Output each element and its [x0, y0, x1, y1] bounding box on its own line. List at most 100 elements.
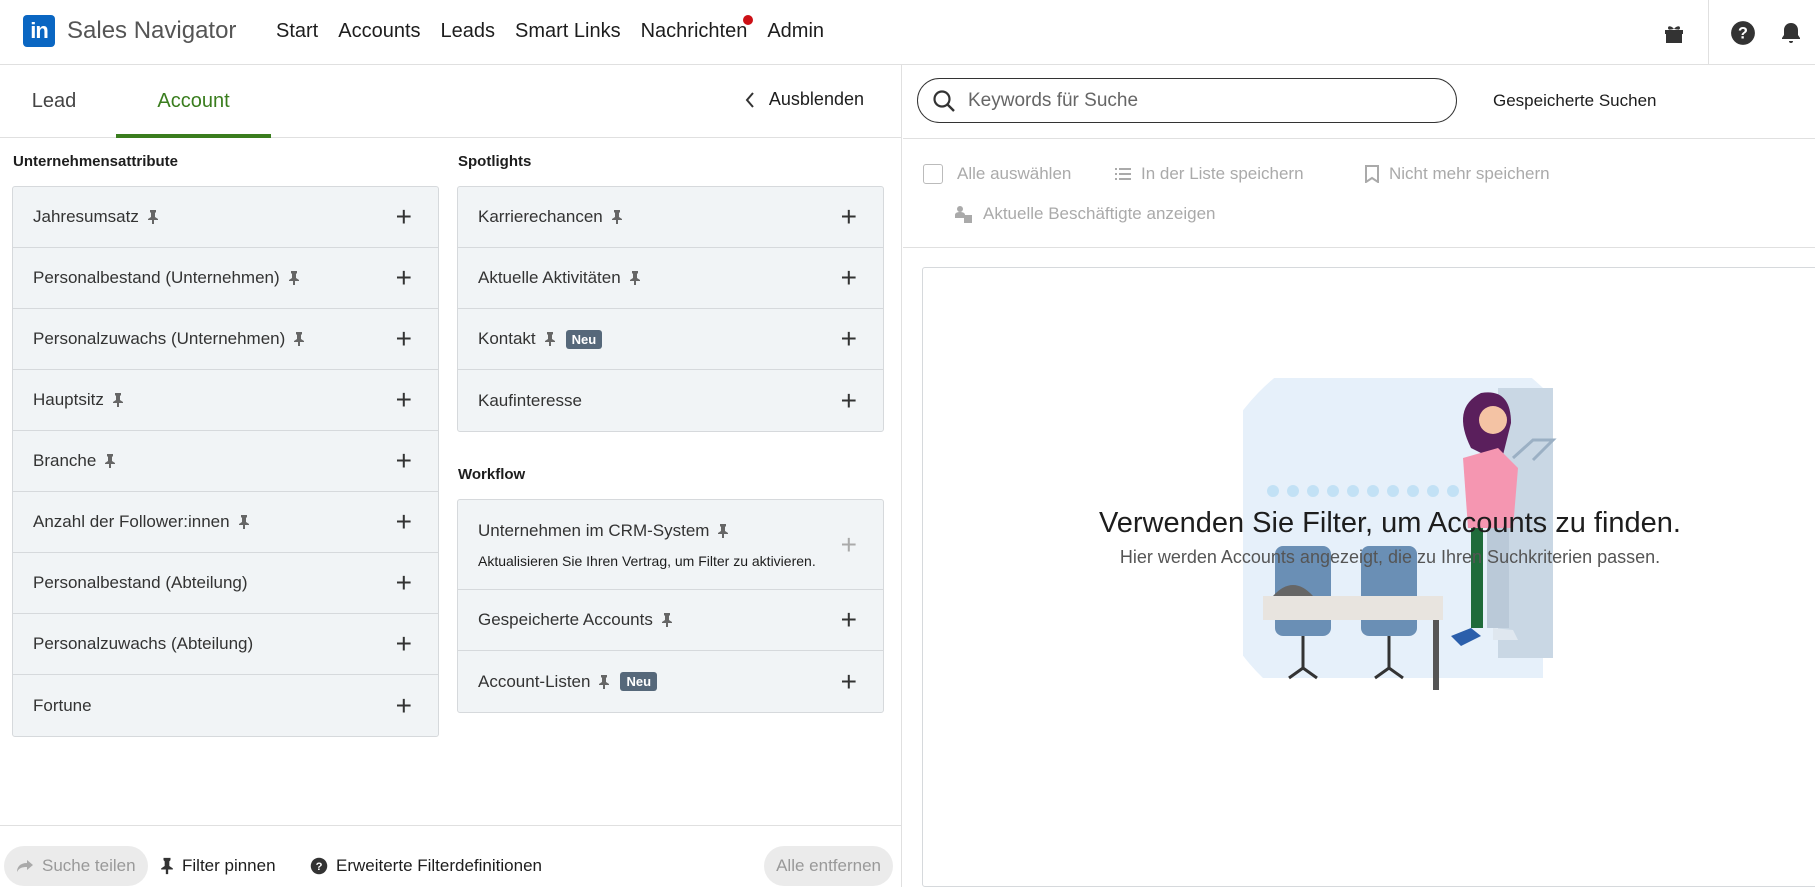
add-icon[interactable]: +	[841, 264, 857, 292]
unsave-label: Nicht mehr speichern	[1389, 164, 1550, 183]
nav-link-messages[interactable]: Nachrichten	[641, 15, 754, 43]
filter-row-contact[interactable]: Kontakt Neu +	[458, 309, 883, 370]
add-icon[interactable]: +	[396, 386, 412, 414]
select-all-checkbox[interactable]: Alle auswählen	[923, 164, 1071, 184]
filter-row-recent-activities[interactable]: Aktuelle Aktivitäten +	[458, 248, 883, 309]
new-badge: Neu	[565, 329, 603, 349]
search-input[interactable]	[968, 89, 1408, 112]
notification-dot	[743, 15, 754, 25]
nav-links: Start Accounts Leads Smart Links Nachric…	[276, 15, 844, 43]
pin-icon[interactable]	[238, 515, 250, 529]
hide-filters-button[interactable]: Ausblenden	[745, 89, 864, 110]
tab-account[interactable]: Account	[116, 65, 271, 138]
tab-lead[interactable]: Lead	[0, 65, 108, 138]
pin-icon[interactable]	[611, 210, 623, 224]
nav-link-smart-links[interactable]: Smart Links	[515, 20, 621, 43]
keyword-search[interactable]	[917, 78, 1457, 123]
add-icon: +	[840, 529, 857, 560]
filter-row-saved-accounts[interactable]: Gespeicherte Accounts +	[458, 590, 883, 651]
company-filter-group: Jahresumsatz + Personalbestand (Unternehm…	[12, 186, 439, 737]
show-employees-button[interactable]: Aktuelle Beschäftigte anzeigen	[955, 204, 1216, 224]
add-icon[interactable]: +	[841, 203, 857, 231]
select-all-label: Alle auswählen	[957, 164, 1072, 183]
filter-row-headquarters[interactable]: Hauptsitz +	[13, 370, 438, 431]
nav-divider	[1708, 0, 1709, 65]
pin-filters-button[interactable]: Filter pinnen	[160, 856, 276, 876]
filter-row-headcount-growth-company[interactable]: Personalzuwachs (Unternehmen) +	[13, 309, 438, 370]
filter-label: Karrierechancen	[478, 207, 603, 226]
add-icon[interactable]: +	[396, 264, 412, 292]
filter-row-annual-revenue[interactable]: Jahresumsatz +	[13, 187, 438, 248]
nav-link-admin[interactable]: Admin	[767, 20, 824, 43]
filter-label: Branche	[33, 451, 97, 470]
checkbox[interactable]	[923, 164, 943, 184]
svg-text:?: ?	[1738, 24, 1748, 42]
filter-label: Gespeicherte Accounts	[478, 610, 653, 629]
saved-searches-button[interactable]: Gespeicherte Suchen	[1493, 91, 1657, 111]
brand-name[interactable]: Sales Navigator	[67, 17, 236, 45]
pin-icon[interactable]	[598, 674, 610, 689]
pin-icon[interactable]	[717, 523, 729, 538]
filter-panel: Lead Account Ausblenden Unternehmensattr…	[0, 65, 902, 887]
bookmark-icon	[1365, 165, 1379, 183]
pin-icon[interactable]	[288, 271, 300, 285]
filter-row-crm[interactable]: Unternehmen im CRM-System Aktualisieren …	[458, 500, 883, 590]
pin-icon[interactable]	[104, 454, 116, 468]
pin-icon[interactable]	[147, 210, 159, 224]
add-icon[interactable]: +	[396, 691, 412, 720]
filter-row-crm-header: Unternehmen im CRM-System	[478, 521, 729, 541]
save-to-list-button[interactable]: In der Liste speichern	[1115, 164, 1304, 184]
linkedin-logo[interactable]: in	[23, 15, 55, 47]
filter-row-job-opportunities[interactable]: Karrierechancen +	[458, 187, 883, 248]
add-icon[interactable]: +	[396, 569, 412, 597]
workflow-filter-group: Unternehmen im CRM-System Aktualisieren …	[457, 499, 884, 713]
add-icon[interactable]: +	[396, 508, 412, 536]
gift-icon[interactable]	[1650, 9, 1698, 57]
add-icon[interactable]: +	[396, 630, 412, 658]
filter-label: Personalbestand (Unternehmen)	[33, 268, 280, 287]
filter-row-fortune[interactable]: Fortune +	[13, 675, 438, 736]
filter-row-buyer-intent[interactable]: Kaufinteresse +	[458, 370, 883, 431]
filter-definitions-button[interactable]: ? Erweiterte Filterdefinitionen	[310, 856, 542, 876]
add-icon[interactable]: +	[396, 203, 412, 231]
nav-link-leads[interactable]: Leads	[441, 20, 496, 43]
save-to-list-label: In der Liste speichern	[1141, 164, 1304, 183]
filter-row-followers[interactable]: Anzahl der Follower:innen +	[13, 492, 438, 553]
pin-icon[interactable]	[661, 613, 673, 627]
add-icon[interactable]: +	[841, 606, 857, 634]
unsave-button[interactable]: Nicht mehr speichern	[1365, 164, 1550, 184]
results-toolbar: Alle auswählen In der Liste speichern Ni…	[903, 138, 1815, 248]
new-badge: Neu	[620, 672, 658, 691]
pin-icon[interactable]	[112, 393, 124, 407]
add-icon[interactable]: +	[841, 325, 857, 353]
add-icon[interactable]: +	[841, 667, 857, 696]
filter-label: Personalzuwachs (Unternehmen)	[33, 329, 286, 348]
filter-label: Personalzuwachs (Abteilung)	[33, 634, 254, 653]
filter-row-headcount-growth-department[interactable]: Personalzuwachs (Abteilung) +	[13, 614, 438, 675]
share-search-button[interactable]: Suche teilen	[4, 846, 148, 886]
filter-row-industry[interactable]: Branche +	[13, 431, 438, 492]
people-icon	[955, 206, 972, 223]
filter-row-headcount-company[interactable]: Personalbestand (Unternehmen) +	[13, 248, 438, 309]
nav-link-accounts[interactable]: Accounts	[338, 20, 420, 43]
filter-bottom-bar: Suche teilen Filter pinnen ? Erweiterte …	[0, 825, 902, 887]
filter-row-headcount-department[interactable]: Personalbestand (Abteilung) +	[13, 553, 438, 614]
list-icon	[1115, 168, 1131, 180]
filter-label: Kontakt	[478, 329, 536, 348]
nav-link-start[interactable]: Start	[276, 20, 318, 43]
remove-all-button[interactable]: Alle entfernen	[764, 846, 893, 886]
pin-icon[interactable]	[544, 332, 556, 346]
top-navigation: in Sales Navigator Start Accounts Leads …	[0, 0, 1815, 65]
pin-icon[interactable]	[629, 271, 641, 285]
filter-label: Anzahl der Follower:innen	[33, 512, 230, 531]
empty-state-title: Verwenden Sie Filter, um Accounts zu fin…	[1099, 507, 1681, 539]
add-icon[interactable]: +	[396, 447, 412, 475]
add-icon[interactable]: +	[396, 325, 412, 353]
pin-icon[interactable]	[293, 332, 305, 346]
bell-icon[interactable]	[1767, 9, 1815, 57]
add-icon[interactable]: +	[841, 386, 857, 415]
filter-tabs: Lead Account Ausblenden	[0, 65, 902, 138]
help-icon[interactable]: ?	[1719, 9, 1767, 57]
chevron-left-icon	[745, 91, 754, 108]
filter-row-account-lists[interactable]: Account-Listen Neu +	[458, 651, 883, 712]
